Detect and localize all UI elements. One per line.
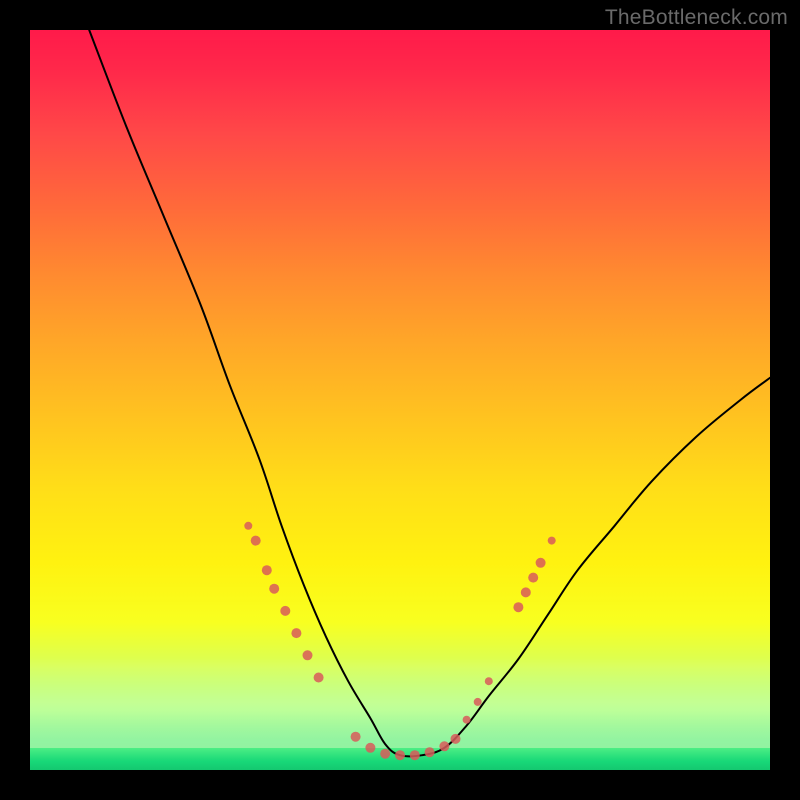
curve-marker-dot [536,558,546,568]
bottleneck-curve [89,30,770,756]
curve-marker-dot [314,673,324,683]
curve-marker-dot [485,677,493,685]
curve-markers [244,522,555,760]
curve-marker-dot [251,536,261,546]
curve-marker-dot [269,584,279,594]
curve-marker-dot [463,716,471,724]
curve-marker-dot [291,628,301,638]
watermark-text: TheBottleneck.com [605,6,788,30]
plot-area [30,30,770,770]
curve-marker-dot [425,747,435,757]
curve-marker-dot [548,537,556,545]
curve-marker-dot [380,749,390,759]
curve-marker-dot [521,587,531,597]
curve-marker-dot [303,650,313,660]
curve-marker-dot [351,732,361,742]
curve-marker-dot [513,602,523,612]
curve-marker-dot [474,698,482,706]
curve-marker-dot [410,750,420,760]
curve-marker-dot [262,565,272,575]
curve-marker-dot [280,606,290,616]
curve-marker-dot [528,573,538,583]
curve-marker-dot [395,750,405,760]
curve-marker-dot [365,743,375,753]
curve-path [89,30,770,756]
curve-marker-dot [451,734,461,744]
curve-marker-dot [439,741,449,751]
curve-marker-dot [244,522,252,530]
chart-svg [30,30,770,770]
